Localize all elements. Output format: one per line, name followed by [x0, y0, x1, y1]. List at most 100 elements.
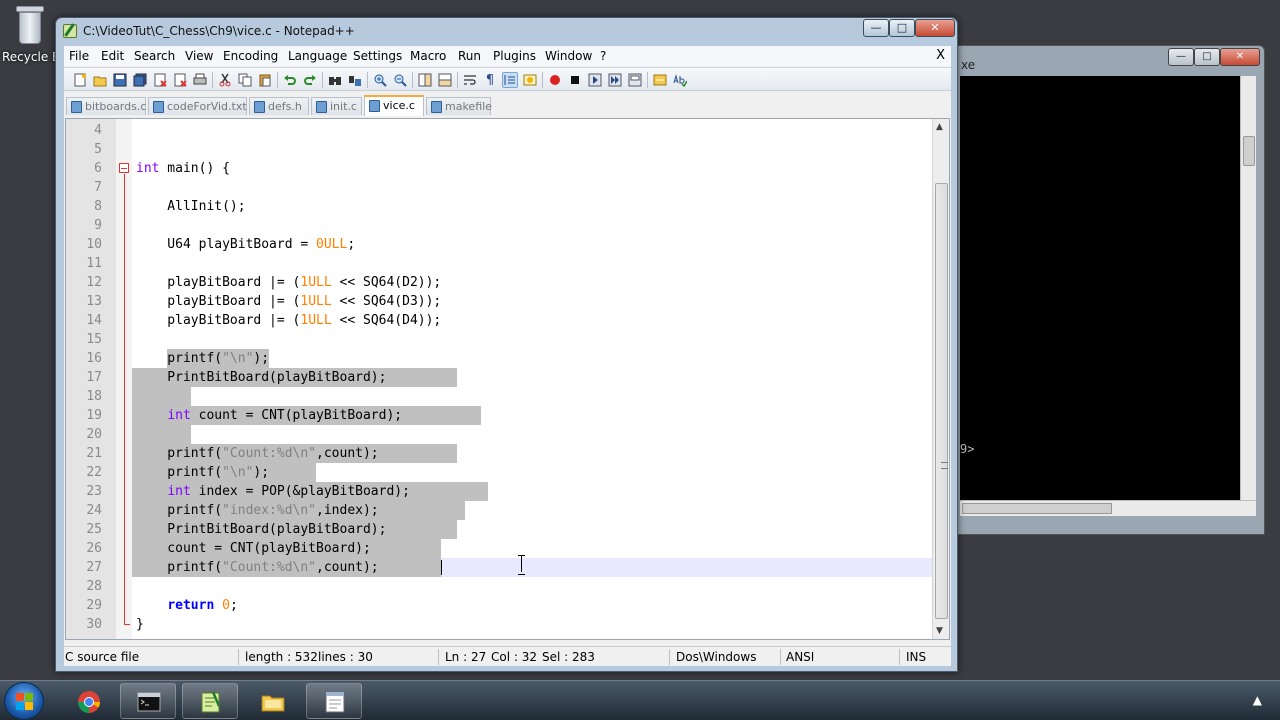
start-button[interactable]	[4, 682, 44, 720]
menu-language[interactable]: Language	[288, 49, 347, 63]
scroll-down-arrow-icon[interactable]: ▼	[936, 626, 943, 636]
maximize-button[interactable]: □	[889, 19, 915, 37]
show-hidden-icons-icon[interactable]: ▲	[1253, 693, 1262, 707]
console-close-button[interactable]: ✕	[1220, 48, 1260, 66]
tab-bitboards-c[interactable]: bitboards.c	[66, 97, 146, 115]
taskbar-notepadpp[interactable]	[182, 683, 238, 719]
redo-icon[interactable]	[302, 72, 318, 88]
save-macro-icon[interactable]	[627, 72, 643, 88]
code-line[interactable]: 15	[66, 330, 934, 349]
fold-collapse-icon[interactable]	[119, 163, 129, 173]
code-line[interactable]: 14 playBitBoard |= (1ULL << SQ64(D4));	[66, 311, 934, 330]
cut-icon[interactable]	[217, 72, 233, 88]
launch-browser-icon[interactable]	[652, 72, 668, 88]
code-line[interactable]: 16 printf("\n");	[66, 349, 934, 368]
menu-file[interactable]: File	[69, 49, 89, 63]
open-file-icon[interactable]	[92, 72, 108, 88]
code-line[interactable]: 13 playBitBoard |= (1ULL << SQ64(D3));	[66, 292, 934, 311]
show-all-characters-icon[interactable]: ¶	[482, 72, 498, 88]
close-document-icon[interactable]: X	[936, 48, 945, 63]
menu-window[interactable]: Window	[545, 49, 592, 63]
tab-defs-h[interactable]: defs.h	[249, 97, 309, 115]
taskbar-file-explorer[interactable]	[244, 683, 300, 719]
recycle-bin[interactable]: Recycle B	[2, 4, 60, 64]
code-line[interactable]: 24 printf("index:%d\n",index);	[66, 501, 934, 520]
zoom-out-icon[interactable]	[392, 72, 408, 88]
code-line[interactable]: 22 printf("\n");	[66, 463, 934, 482]
tab-codeforvid-txt[interactable]: codeForVid.txt	[148, 97, 247, 115]
sync-vertical-scroll-icon[interactable]	[417, 72, 433, 88]
save-all-icon[interactable]	[132, 72, 148, 88]
console-window[interactable]: xe — □ ✕ 9>	[945, 45, 1265, 535]
console-minimize-button[interactable]: —	[1168, 48, 1194, 66]
menu-search[interactable]: Search	[134, 49, 175, 63]
menu-macro[interactable]: Macro	[410, 49, 446, 63]
console-output[interactable]: 9>	[960, 76, 1256, 516]
taskbar-chrome[interactable]	[60, 683, 116, 719]
menu-view[interactable]: View	[185, 49, 213, 63]
console-horizontal-scrollbar[interactable]	[960, 500, 1256, 516]
code-line[interactable]: 12 playBitBoard |= (1ULL << SQ64(D2));	[66, 273, 934, 292]
undo-icon[interactable]	[282, 72, 298, 88]
spell-check-icon[interactable]	[672, 72, 688, 88]
print-icon[interactable]	[192, 72, 208, 88]
taskbar-command-prompt[interactable]	[120, 683, 176, 719]
vertical-scrollbar[interactable]: ▲ ▼	[932, 119, 949, 639]
record-macro-icon[interactable]	[547, 72, 563, 88]
zoom-in-icon[interactable]	[372, 72, 388, 88]
code-line[interactable]: 29 return 0;	[66, 596, 934, 615]
code-line[interactable]: 20	[66, 425, 934, 444]
taskbar-window-preview[interactable]	[306, 683, 362, 719]
code-line[interactable]: 18	[66, 387, 934, 406]
user-defined-language-icon[interactable]	[522, 72, 538, 88]
code-line[interactable]: 23 int index = POP(&playBitBoard);	[66, 482, 934, 501]
code-line[interactable]: 25 PrintBitBoard(playBitBoard);	[66, 520, 934, 539]
code-line[interactable]: 6 int main() {	[66, 159, 934, 178]
menu-encoding[interactable]: Encoding	[223, 49, 278, 63]
code-area[interactable]: 4 5 6 int main() {7 8 AllInit(); 9 10 U64 play…	[66, 119, 934, 639]
code-line[interactable]: 9	[66, 216, 934, 235]
code-line[interactable]: 4	[66, 121, 934, 140]
tab-makefile[interactable]: makefile	[426, 97, 492, 115]
code-line[interactable]: 17 PrintBitBoard(playBitBoard);	[66, 368, 934, 387]
code-line[interactable]: 28	[66, 577, 934, 596]
code-line[interactable]: 21 printf("Count:%d\n",count);	[66, 444, 934, 463]
sync-horizontal-scroll-icon[interactable]	[437, 72, 453, 88]
menu-help[interactable]: ?	[600, 49, 606, 63]
menu-plugins[interactable]: Plugins	[493, 49, 536, 63]
code-line[interactable]: 8 AllInit();	[66, 197, 934, 216]
new-file-icon[interactable]	[72, 72, 88, 88]
indent-guide-icon[interactable]	[502, 72, 518, 88]
scroll-up-arrow-icon[interactable]: ▲	[936, 122, 943, 132]
menu-settings[interactable]: Settings	[353, 49, 402, 63]
code-line[interactable]: 30}	[66, 615, 934, 634]
tab-init-c[interactable]: init.c	[311, 97, 362, 115]
close-file-icon[interactable]	[152, 72, 168, 88]
save-icon[interactable]	[112, 72, 128, 88]
run-macro-multiple-icon[interactable]	[607, 72, 623, 88]
code-line[interactable]: 19 int count = CNT(playBitBoard);	[66, 406, 934, 425]
code-editor[interactable]: 4 5 6 int main() {7 8 AllInit(); 9 10 U64 play…	[65, 118, 950, 640]
console-vertical-scrollbar[interactable]	[1240, 76, 1256, 516]
code-line[interactable]: 5	[66, 140, 934, 159]
title-bar[interactable]: C:\VideoTut\C_Chess\Ch9\vice.c - Notepad…	[56, 18, 957, 44]
close-all-icon[interactable]	[172, 72, 188, 88]
close-button[interactable]: ✕	[915, 19, 955, 37]
stop-recording-icon[interactable]	[567, 72, 583, 88]
word-wrap-icon[interactable]	[462, 72, 478, 88]
replace-icon[interactable]	[347, 72, 363, 88]
menu-run[interactable]: Run	[458, 49, 481, 63]
code-line[interactable]: 11	[66, 254, 934, 273]
tab-vice-c[interactable]: vice.c	[364, 95, 424, 116]
code-line[interactable]: 10 U64 playBitBoard = 0ULL;	[66, 235, 934, 254]
minimize-button[interactable]: —	[863, 19, 889, 37]
code-line[interactable]: 27 printf("Count:%d\n",count);	[66, 558, 934, 577]
code-line[interactable]: 26 count = CNT(playBitBoard);	[66, 539, 934, 558]
paste-icon[interactable]	[257, 72, 273, 88]
find-icon[interactable]	[327, 72, 343, 88]
play-macro-icon[interactable]	[587, 72, 603, 88]
code-line[interactable]: 7	[66, 178, 934, 197]
copy-icon[interactable]	[237, 72, 253, 88]
menu-edit[interactable]: Edit	[101, 49, 124, 63]
scrollbar-thumb[interactable]	[935, 183, 948, 619]
